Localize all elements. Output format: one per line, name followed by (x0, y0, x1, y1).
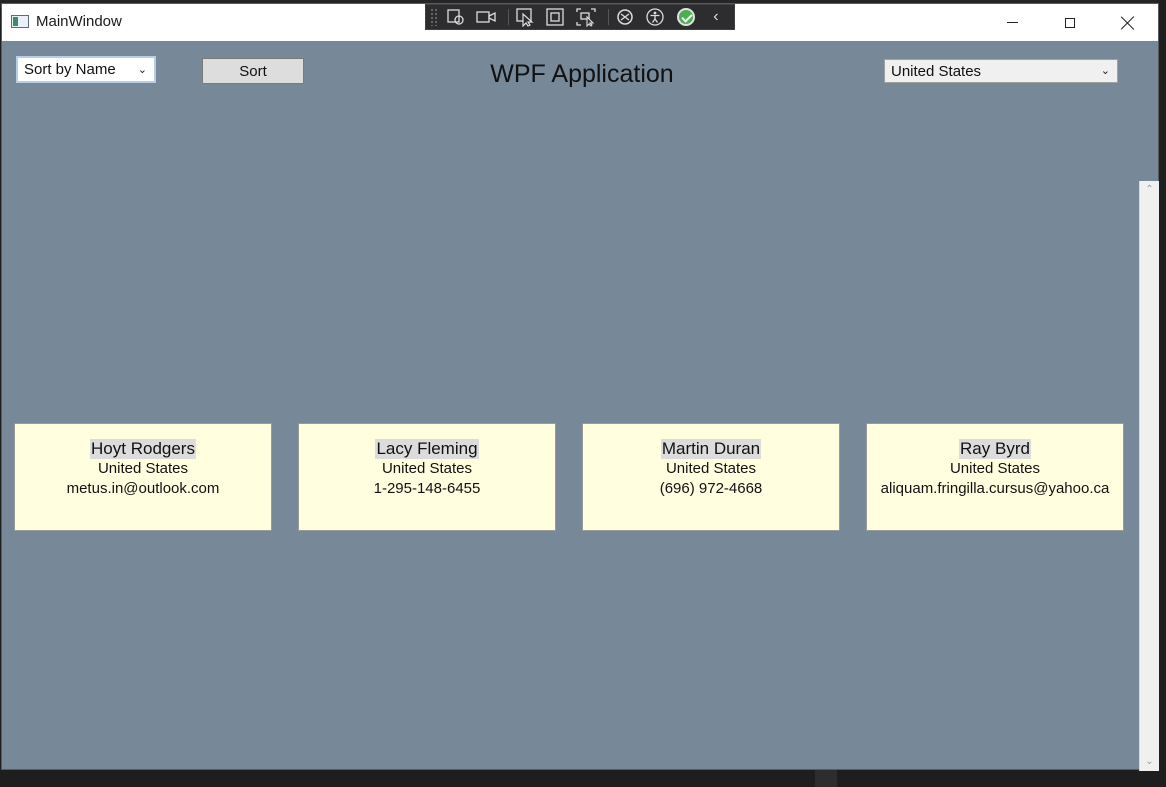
maximize-button[interactable] (1041, 4, 1099, 41)
sort-by-selected-value: Sort by Name (24, 61, 116, 78)
chevron-down-icon: ⌄ (137, 63, 147, 76)
collapse-toolbar-icon[interactable]: ‹ (704, 6, 728, 28)
minimize-icon (1006, 22, 1018, 23)
chevron-down-icon: ⌄ (1100, 64, 1110, 77)
toolbar-grip-icon[interactable] (430, 8, 438, 26)
page-title: WPF Application (490, 60, 674, 88)
card-country: United States (949, 460, 1041, 477)
maximize-icon (1065, 17, 1075, 28)
card-name: Martin Duran (660, 439, 762, 459)
contact-card[interactable]: Ray Byrd United States aliquam.fringilla… (866, 423, 1124, 531)
contact-card[interactable]: Hoyt Rodgers United States metus.in@outl… (14, 423, 272, 531)
card-country: United States (97, 460, 189, 477)
scroll-up-icon[interactable]: ⌃ (1140, 181, 1159, 199)
vertical-scrollbar[interactable]: ⌃ ⌄ (1139, 181, 1159, 771)
minimize-button[interactable] (983, 4, 1041, 41)
sort-button[interactable]: Sort (202, 58, 304, 84)
accessibility-icon[interactable] (643, 6, 667, 28)
desktop-background-bottom (0, 769, 1166, 787)
hot-reload-icon[interactable] (613, 6, 637, 28)
contact-card[interactable]: Lacy Fleming United States 1-295-148-645… (298, 423, 556, 531)
sort-by-combobox[interactable]: Sort by Name ⌄ (16, 56, 156, 83)
card-contact: (696) 972-4668 (659, 480, 763, 497)
contact-card[interactable]: Martin Duran United States (696) 972-466… (582, 423, 840, 531)
window-title: MainWindow (36, 13, 122, 30)
card-contact: metus.in@outlook.com (66, 480, 220, 497)
card-name: Lacy Fleming (375, 439, 479, 459)
check-circle-icon (676, 8, 695, 26)
app-window-icon (11, 15, 29, 28)
select-element-icon[interactable] (443, 6, 467, 28)
country-filter-combobox[interactable]: United States ⌄ (884, 59, 1118, 83)
binding-failures-icon[interactable] (574, 6, 598, 28)
track-focused-element-icon[interactable] (513, 6, 537, 28)
taskbar-fragment (815, 769, 837, 787)
toolbar-separator (607, 9, 609, 25)
card-name: Ray Byrd (959, 439, 1031, 459)
toolbar-separator (508, 9, 509, 25)
close-icon (1121, 16, 1135, 30)
close-button[interactable] (1099, 4, 1157, 41)
hot-reload-status-icon[interactable] (673, 6, 697, 28)
card-country: United States (665, 460, 757, 477)
display-layout-adorners-icon[interactable] (543, 6, 567, 28)
card-name: Hoyt Rodgers (90, 439, 196, 459)
main-window: MainWindow Sort by Name ⌄ Sort WPF Appli… (2, 4, 1159, 771)
wpf-debug-toolbar: ‹ (425, 4, 735, 30)
card-country: United States (381, 460, 473, 477)
video-record-icon[interactable] (474, 6, 498, 28)
country-selected-value: United States (891, 62, 982, 80)
card-contact: 1-295-148-6455 (373, 480, 481, 497)
scroll-down-icon[interactable]: ⌄ (1140, 753, 1159, 771)
card-contact: aliquam.fringilla.cursus@yahoo.ca (880, 480, 1110, 497)
desktop-background-right (1158, 0, 1166, 787)
